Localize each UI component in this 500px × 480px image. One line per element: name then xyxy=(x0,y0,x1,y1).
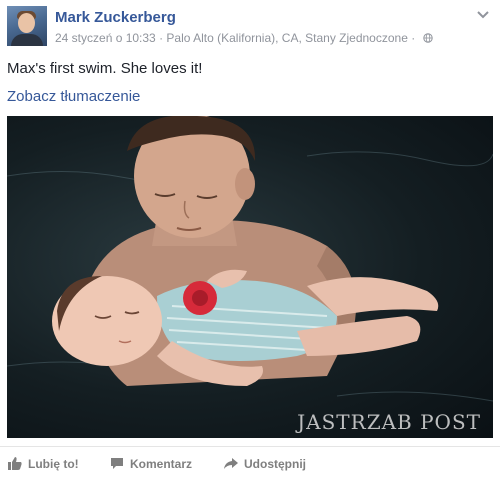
photo-watermark: JASTRZAB POST xyxy=(297,410,481,434)
avatar[interactable] xyxy=(7,6,47,46)
comment-button[interactable]: Komentarz xyxy=(110,456,192,471)
chevron-down-icon[interactable] xyxy=(475,8,491,22)
like-button[interactable]: Lubię to! xyxy=(8,456,79,471)
share-arrow-icon xyxy=(224,458,238,470)
thumbs-up-icon xyxy=(8,457,22,471)
like-label: Lubię to! xyxy=(28,456,79,471)
post-meta: 24 styczeń o 10:33 · Palo Alto (Kaliforn… xyxy=(55,30,433,45)
comment-icon xyxy=(111,458,123,470)
post-location[interactable]: Palo Alto (Kalifornia), CA, Stany Zjedno… xyxy=(166,31,407,45)
avatar-face xyxy=(18,13,35,33)
post-actions-bar: Lubię to! Komentarz Udostępnij xyxy=(0,446,500,480)
meta-separator: · xyxy=(159,30,164,45)
post-photo[interactable]: JASTRZAB POST xyxy=(7,116,493,438)
globe-icon[interactable] xyxy=(422,33,433,43)
share-button[interactable]: Udostępnij xyxy=(224,456,306,471)
avatar-shirt xyxy=(11,34,43,46)
post-header: Mark Zuckerberg 24 styczeń o 10:33 · Pal… xyxy=(7,6,493,48)
comment-label: Komentarz xyxy=(130,456,193,471)
author-name[interactable]: Mark Zuckerberg xyxy=(55,9,176,26)
meta-separator-2: · xyxy=(411,30,416,45)
post-text: Max's first swim. She loves it! xyxy=(7,60,203,77)
see-translation-link[interactable]: Zobacz tłumaczenie xyxy=(7,88,140,105)
photo-illustration xyxy=(7,116,493,402)
post-date[interactable]: 24 styczeń o 10:33 xyxy=(55,31,156,45)
share-label: Udostępnij xyxy=(244,456,306,471)
